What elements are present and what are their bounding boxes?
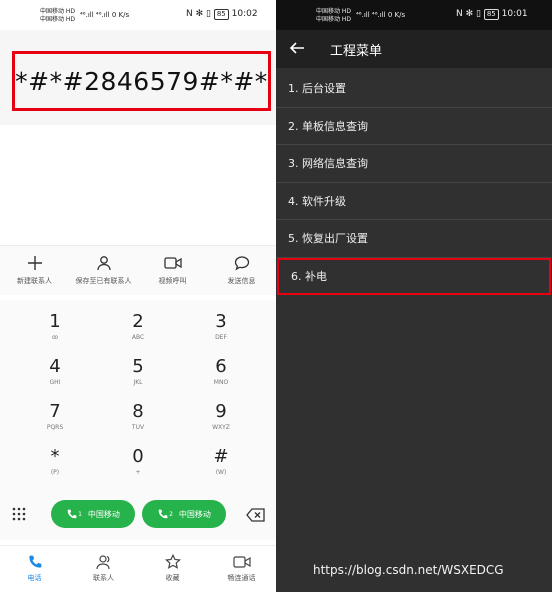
video-call-button[interactable]: 视频呼叫 (138, 246, 207, 295)
signal-icon: ⁴⁶.ıll ⁴⁶.ıll (356, 11, 386, 19)
menu-item-network-info[interactable]: 3. 网络信息查询 (276, 145, 552, 183)
screenshot-root: 中国移动 HD 中国移动 HD ⁴⁶.ıll ⁴⁶.ıll 0 K/s N ✻ … (0, 0, 552, 592)
battery-icon: 85 (483, 9, 499, 20)
video-call-icon (232, 556, 251, 568)
menu-item-software-upgrade[interactable]: 4. 软件升级 (276, 183, 552, 220)
back-arrow-icon[interactable] (288, 39, 306, 61)
key-0[interactable]: 0 + (108, 447, 168, 477)
send-message-button[interactable]: 发送信息 (207, 246, 276, 295)
star-icon (164, 554, 181, 569)
key-4[interactable]: 4 GHI (25, 357, 85, 387)
status-bar-right: 中国移动 HD 中国移动 HD ⁴⁶.ıll ⁴⁶.ıll 0 K/s N ✻ … (276, 0, 552, 30)
menu-item-factory-reset[interactable]: 5. 恢复出厂设置 (276, 220, 552, 258)
menu-item-battery-charge[interactable]: 6. 补电 (277, 257, 551, 295)
key-hash[interactable]: # (W) (191, 447, 251, 477)
tab-favorites[interactable]: 收藏 (138, 546, 207, 592)
status-icons: N ✻ ▯ (456, 9, 481, 19)
battery-icon: 85 (213, 9, 229, 20)
status-icons: N ✻ ▯ (186, 9, 211, 19)
tab-meetime[interactable]: 畅连通话 (207, 546, 276, 592)
save-to-contact-button[interactable]: 保存至已有联系人 (69, 246, 138, 295)
tab-phone[interactable]: 电话 (0, 546, 69, 592)
speed-text: 0 K/s (387, 11, 406, 19)
page-title: 工程菜单 (330, 44, 383, 59)
key-8[interactable]: 8 TUV (108, 402, 168, 432)
speed-text: 0 K/s (111, 11, 130, 19)
carrier-2: 中国移动 HD (40, 16, 76, 23)
clock: 10:01 (501, 9, 528, 19)
key-3[interactable]: 3 DEF (191, 312, 251, 342)
new-contact-button[interactable]: 新建联系人 (0, 246, 69, 295)
key-2[interactable]: 2 ABC (108, 312, 168, 342)
dialed-number: *#*#2846579#*#* (15, 66, 268, 96)
phone-icon (28, 555, 41, 568)
person-icon (95, 254, 113, 272)
backspace-icon[interactable] (246, 507, 266, 526)
clock: 10:02 (231, 9, 258, 19)
plus-icon (26, 254, 44, 272)
dialed-number-highlight: *#*#2846579#*#* (12, 51, 271, 111)
dialer-screen: 中国移动 HD 中国移动 HD ⁴⁶.ıll ⁴⁶.ıll 0 K/s N ✻ … (0, 0, 276, 592)
carrier-1: 中国移动 HD (316, 8, 352, 15)
menu-item-backend-settings[interactable]: 1. 后台设置 (276, 70, 552, 108)
dial-actions: 新建联系人 保存至已有联系人 视频呼叫 发送信息 (0, 245, 276, 295)
key-7[interactable]: 7 PQRS (25, 402, 85, 432)
carrier-1: 中国移动 HD (40, 8, 76, 15)
signal-icon: ⁴⁶.ıll ⁴⁶.ıll (80, 11, 110, 19)
engineering-menu-list: 1. 后台设置 2. 单板信息查询 3. 网络信息查询 4. 软件升级 5. 恢… (276, 70, 552, 295)
key-5[interactable]: 5 JKL (108, 357, 168, 387)
phone-hd-icon: 1 (66, 508, 82, 520)
call-row: 1 中国移动 2 中国移动 (0, 490, 276, 540)
video-icon (163, 254, 182, 272)
keypad: 1ꝏ 2 ABC 3 DEF 4 GHI 5 JKL 6 MNO 7 PQRS 8 TUV 9… (0, 300, 276, 490)
key-1[interactable]: 1ꝏ (25, 312, 85, 342)
phone-hd-icon: 2 (157, 508, 173, 520)
call-sim2-button[interactable]: 2 中国移动 (142, 500, 226, 528)
engineering-menu-screen: 中国移动 HD 中国移动 HD ⁴⁶.ıll ⁴⁶.ıll 0 K/s N ✻ … (276, 0, 552, 592)
menu-item-board-info[interactable]: 2. 单板信息查询 (276, 108, 552, 145)
message-icon (233, 254, 251, 272)
key-star[interactable]: * (P) (25, 447, 85, 477)
watermark-text: https://blog.csdn.net/WSXEDCG (313, 563, 504, 577)
keypad-toggle-icon[interactable] (12, 506, 26, 525)
bottom-nav: 电话 联系人 收藏 畅连通话 (0, 545, 276, 592)
contacts-icon (95, 555, 110, 570)
key-6[interactable]: 6 MNO (191, 357, 251, 387)
tab-contacts[interactable]: 联系人 (69, 546, 138, 592)
carrier-2: 中国移动 HD (316, 16, 352, 23)
status-bar-left: 中国移动 HD 中国移动 HD ⁴⁶.ıll ⁴⁶.ıll 0 K/s N ✻ … (0, 0, 276, 30)
key-9[interactable]: 9 WXYZ (191, 402, 251, 432)
app-bar: 工程菜单 (276, 30, 552, 68)
call-sim1-button[interactable]: 1 中国移动 (51, 500, 135, 528)
